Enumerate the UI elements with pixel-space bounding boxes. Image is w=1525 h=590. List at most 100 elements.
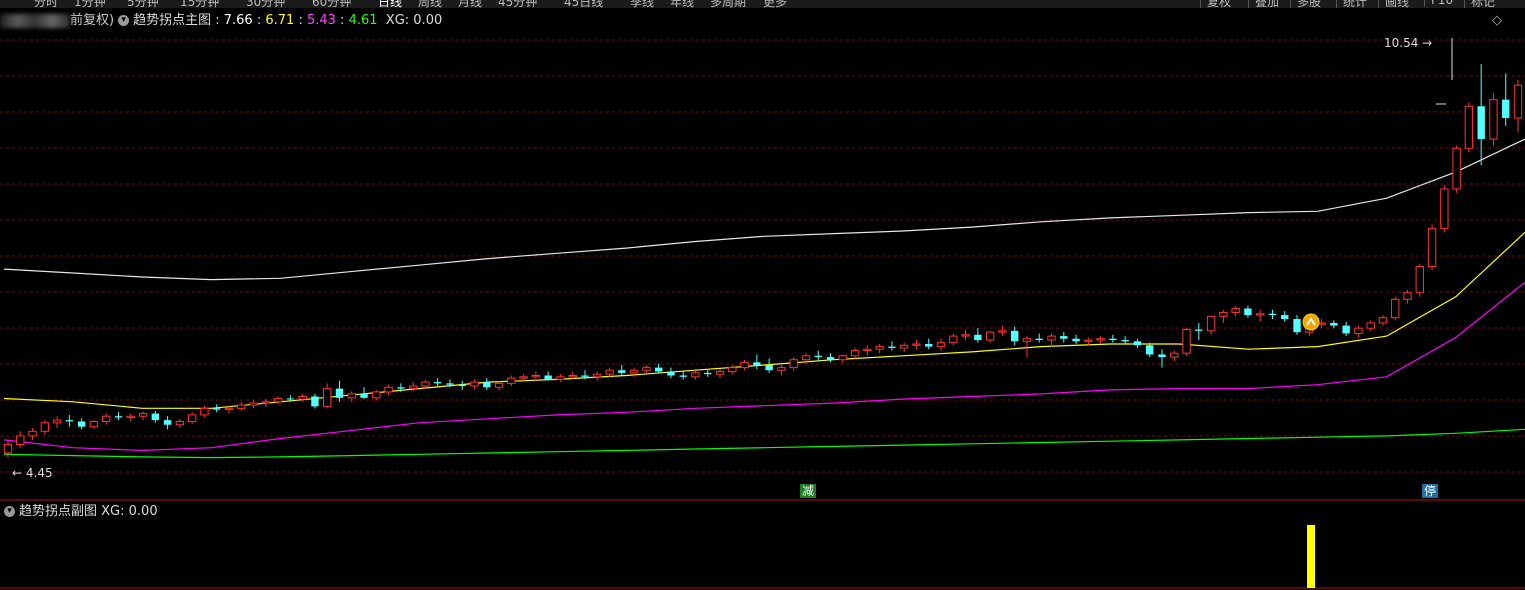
candle-body-up [556, 376, 565, 380]
high-price-label: 10.54 → [1384, 36, 1432, 50]
candle-body-down [1195, 329, 1203, 331]
candle-body-up [1427, 227, 1437, 267]
candle-body-up [691, 372, 700, 378]
candle-body-down [765, 364, 773, 371]
candle-body-up [1378, 317, 1388, 324]
candle-body-down [1477, 106, 1485, 140]
candle-body-up [1513, 84, 1523, 119]
candle-body-up [1464, 105, 1474, 149]
candle-body-down [618, 370, 626, 373]
candle-body-up [421, 381, 430, 387]
candle-body-up [1415, 265, 1424, 294]
candle-body-up [912, 343, 921, 346]
candle-body-up [384, 386, 393, 393]
candle-body-up [1170, 352, 1179, 358]
candle-body-up [89, 420, 99, 428]
limit-tag[interactable]: 停 [1422, 484, 1439, 498]
low-price-label: ← 4.45 [12, 466, 53, 480]
candle-body-down [654, 367, 663, 372]
candle-body-down [1244, 308, 1252, 316]
sub-indicator-name[interactable]: 趋势拐点副图 [19, 504, 97, 519]
sub-indicator-header: ▾ 趋势拐点副图 XG: 0.00 [0, 502, 158, 522]
candle-body-up [347, 393, 356, 399]
candle-body-up [629, 369, 639, 374]
collapse-icon[interactable]: ▾ [4, 506, 15, 517]
candle-body-down [1010, 330, 1019, 342]
candle-body-up [1403, 292, 1412, 300]
collapse-icon[interactable]: ▾ [118, 15, 130, 26]
candle-body-down [360, 393, 368, 398]
candle-body-down [311, 396, 319, 407]
band-line-3 [3, 428, 1525, 459]
blurred-stock-name [0, 13, 70, 28]
candle-body-up [175, 420, 185, 426]
candle-body-down [679, 375, 687, 377]
band-line-2 [3, 281, 1525, 452]
candle-body-up [1047, 335, 1056, 341]
candle-body-down [814, 355, 822, 358]
candle-body-up [531, 374, 541, 378]
indicator-value-1: 7.66 [223, 13, 253, 28]
candle-body-down [974, 334, 982, 341]
candle-body-up [801, 355, 811, 361]
candle-body-down [925, 343, 933, 347]
candle-body-down [458, 384, 466, 386]
candle-body-down [1072, 338, 1080, 342]
candle-body-down [1268, 313, 1277, 316]
candle-body-up [605, 369, 614, 375]
candle-body-down [1281, 315, 1289, 320]
diamond-icon[interactable]: ◇ [1492, 13, 1502, 28]
sub-xg-value: XG: 0.00 [101, 504, 158, 519]
candle-body-down [483, 382, 491, 388]
candle-body-down [1502, 99, 1510, 119]
candle-body-down [213, 408, 221, 410]
reduce-tag[interactable]: 减 [800, 484, 817, 498]
candle-body-down [446, 383, 454, 385]
candle-body-down [1109, 338, 1117, 341]
candle-body-down [77, 421, 86, 427]
indicator-value-4: 4.61 [348, 13, 378, 28]
candle-body-up [715, 371, 725, 375]
candle-body-up [1096, 338, 1105, 341]
candle-body-up [777, 367, 786, 371]
candle-body-up [728, 367, 737, 373]
candle-body-up [568, 374, 577, 378]
candle-body-up [1231, 308, 1240, 313]
candle-body-down [1158, 354, 1166, 358]
candle-body-down [667, 371, 675, 376]
candle-body-down [753, 362, 761, 365]
candle-body-up [838, 355, 847, 361]
candle-body-down [151, 413, 159, 421]
candle-body-up [740, 361, 749, 369]
band-line-0 [3, 138, 1525, 281]
candle-body-up [126, 415, 135, 419]
candle-body-up [850, 350, 860, 357]
candle-body-up [187, 414, 197, 422]
signal-bar [1307, 525, 1316, 588]
candle-body-up [1440, 188, 1449, 229]
candle-body-up [1022, 338, 1032, 342]
candle-body-up [936, 342, 946, 348]
candle-body-down [826, 357, 835, 360]
indicator-value-3: 5.43 [306, 13, 336, 28]
adjust-label: 前复权) [70, 13, 115, 28]
xg-value: XG: 0.00 [385, 13, 443, 28]
candle-body-up [102, 415, 111, 422]
candle-body-up [642, 367, 651, 371]
main-indicator-name[interactable]: 趋势拐点主图 [133, 13, 211, 28]
candle-body-up [507, 377, 516, 384]
candle-body-up [985, 331, 995, 341]
candle-body-up [863, 348, 872, 352]
candle-body-down [1035, 338, 1043, 341]
candle-body-up [408, 385, 418, 390]
candle-body-up [52, 419, 62, 424]
candle-body-up [249, 402, 258, 406]
candle-body-up [899, 344, 909, 349]
indicator-value-2: 6.71 [265, 13, 295, 28]
candle-body-down [114, 416, 123, 418]
candle-body-up [961, 334, 970, 337]
candle-body-down [1121, 340, 1129, 342]
candle-body-down [163, 420, 172, 425]
candle-body-down [888, 346, 896, 348]
candle-body-up [3, 443, 13, 454]
